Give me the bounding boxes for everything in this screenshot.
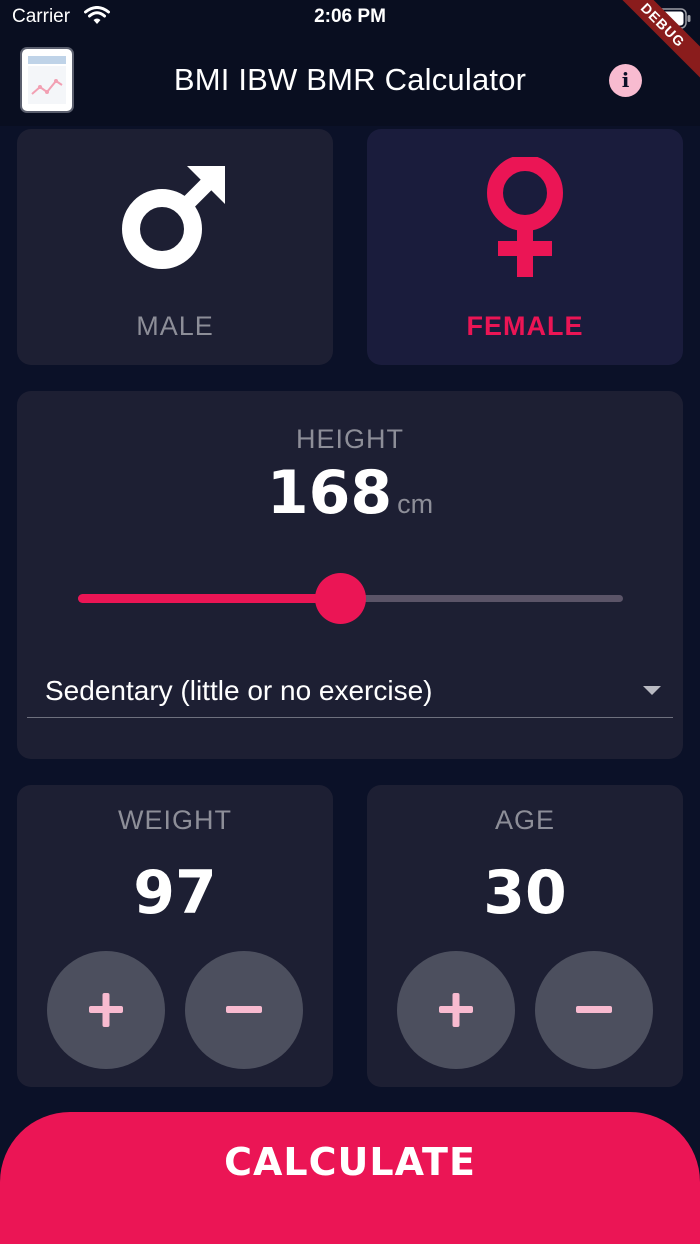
- male-symbol-icon: [17, 157, 333, 277]
- calculate-button[interactable]: CALCULATE: [0, 1112, 700, 1244]
- minus-icon: [226, 1006, 262, 1013]
- plus-icon: [89, 993, 123, 1027]
- status-time: 2:06 PM: [314, 6, 386, 27]
- minus-icon: [576, 1006, 612, 1013]
- weight-decrement-button[interactable]: [185, 951, 303, 1069]
- male-label: MALE: [136, 311, 214, 341]
- height-card: HEIGHT Sedentary (little or no exercise): [17, 391, 683, 759]
- female-card[interactable]: FEMALE: [367, 129, 683, 365]
- height-label: HEIGHT: [295, 424, 404, 454]
- page-title: BMI IBW BMR Calculator: [173, 62, 527, 97]
- female-symbol-icon: [367, 157, 683, 281]
- male-card[interactable]: MALE: [17, 129, 333, 365]
- calculate-label: CALCULATE: [224, 1140, 476, 1184]
- activity-level-dropdown[interactable]: Sedentary (little or no exercise): [27, 669, 673, 718]
- weight-readout: 97: [17, 858, 333, 928]
- weight-label: WEIGHT: [118, 805, 232, 835]
- height-value: 168: [266, 458, 393, 528]
- age-value: 30: [483, 858, 567, 928]
- height-slider[interactable]: [78, 568, 623, 628]
- age-card: AGE: [367, 785, 683, 1087]
- weight-increment-button[interactable]: [47, 951, 165, 1069]
- info-button[interactable]: i: [609, 64, 642, 97]
- info-icon: i: [621, 68, 630, 92]
- age-label: AGE: [494, 805, 556, 835]
- activity-level-value: Sedentary (little or no exercise): [45, 675, 433, 706]
- age-readout: 30: [367, 858, 683, 928]
- slider-fill: [78, 594, 340, 603]
- height-readout: 168 cm: [0, 458, 700, 528]
- age-increment-button[interactable]: [397, 951, 515, 1069]
- weight-card: WEIGHT: [17, 785, 333, 1087]
- app-screen: Carrier 2:06 PM BMI IBW BMR Calculator i…: [0, 0, 700, 1244]
- slider-thumb[interactable]: [315, 573, 366, 624]
- dropdown-arrow-icon: [643, 686, 661, 695]
- plus-icon: [439, 993, 473, 1027]
- weight-value: 97: [133, 858, 217, 928]
- age-decrement-button[interactable]: [535, 951, 653, 1069]
- height-unit: cm: [397, 489, 434, 519]
- status-bar: Carrier 2:06 PM: [0, 0, 700, 40]
- app-bar: BMI IBW BMR Calculator i: [0, 40, 700, 126]
- female-label: FEMALE: [466, 311, 584, 341]
